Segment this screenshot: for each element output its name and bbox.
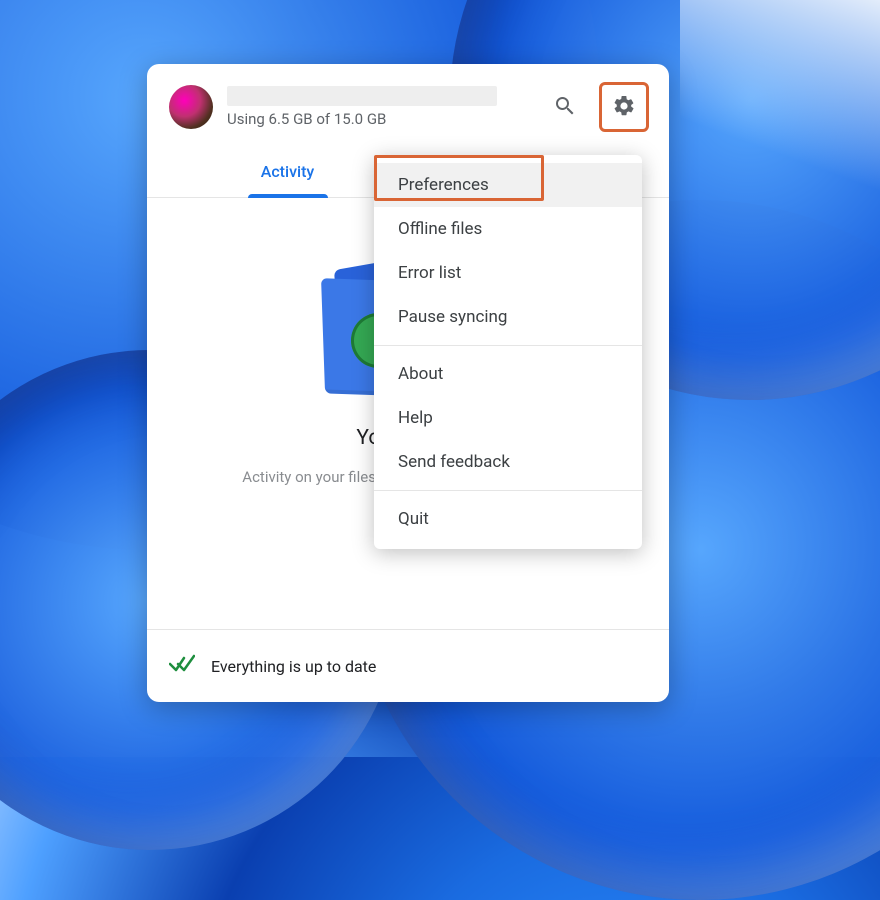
storage-usage-text: Using 6.5 GB of 15.0 GB xyxy=(227,110,531,128)
menu-item-label: About xyxy=(398,364,443,384)
tab-activity-label: Activity xyxy=(261,162,315,181)
account-info: Using 6.5 GB of 15.0 GB xyxy=(227,86,531,128)
background-light xyxy=(680,0,880,200)
menu-item-about[interactable]: About xyxy=(374,352,642,396)
settings-button[interactable] xyxy=(604,87,644,127)
menu-item-send-feedback[interactable]: Send feedback xyxy=(374,440,642,484)
settings-highlight-box xyxy=(599,82,649,132)
menu-item-quit[interactable]: Quit xyxy=(374,497,642,541)
menu-item-label: Send feedback xyxy=(398,452,510,472)
panel-footer: Everything is up to date xyxy=(147,629,669,702)
menu-separator xyxy=(374,490,642,491)
menu-item-label: Quit xyxy=(398,509,429,529)
menu-item-preferences[interactable]: Preferences xyxy=(374,163,642,207)
search-icon xyxy=(553,94,577,121)
menu-item-offline-files[interactable]: Offline files xyxy=(374,207,642,251)
menu-item-label: Error list xyxy=(398,263,461,283)
menu-item-label: Pause syncing xyxy=(398,307,507,327)
menu-item-label: Help xyxy=(398,408,433,428)
search-button[interactable] xyxy=(545,87,585,127)
menu-item-label: Preferences xyxy=(398,175,489,195)
gear-icon xyxy=(612,94,636,121)
menu-separator xyxy=(374,345,642,346)
double-check-icon xyxy=(169,654,195,678)
menu-item-help[interactable]: Help xyxy=(374,396,642,440)
menu-item-label: Offline files xyxy=(398,219,482,239)
footer-status-text: Everything is up to date xyxy=(211,657,376,676)
menu-item-pause-syncing[interactable]: Pause syncing xyxy=(374,295,642,339)
avatar[interactable] xyxy=(169,85,213,129)
account-name-redacted xyxy=(227,86,497,106)
settings-menu: Preferences Offline files Error list Pau… xyxy=(374,155,642,549)
tab-activity[interactable]: Activity xyxy=(167,148,408,197)
menu-item-error-list[interactable]: Error list xyxy=(374,251,642,295)
panel-header: Using 6.5 GB of 15.0 GB xyxy=(147,64,669,142)
